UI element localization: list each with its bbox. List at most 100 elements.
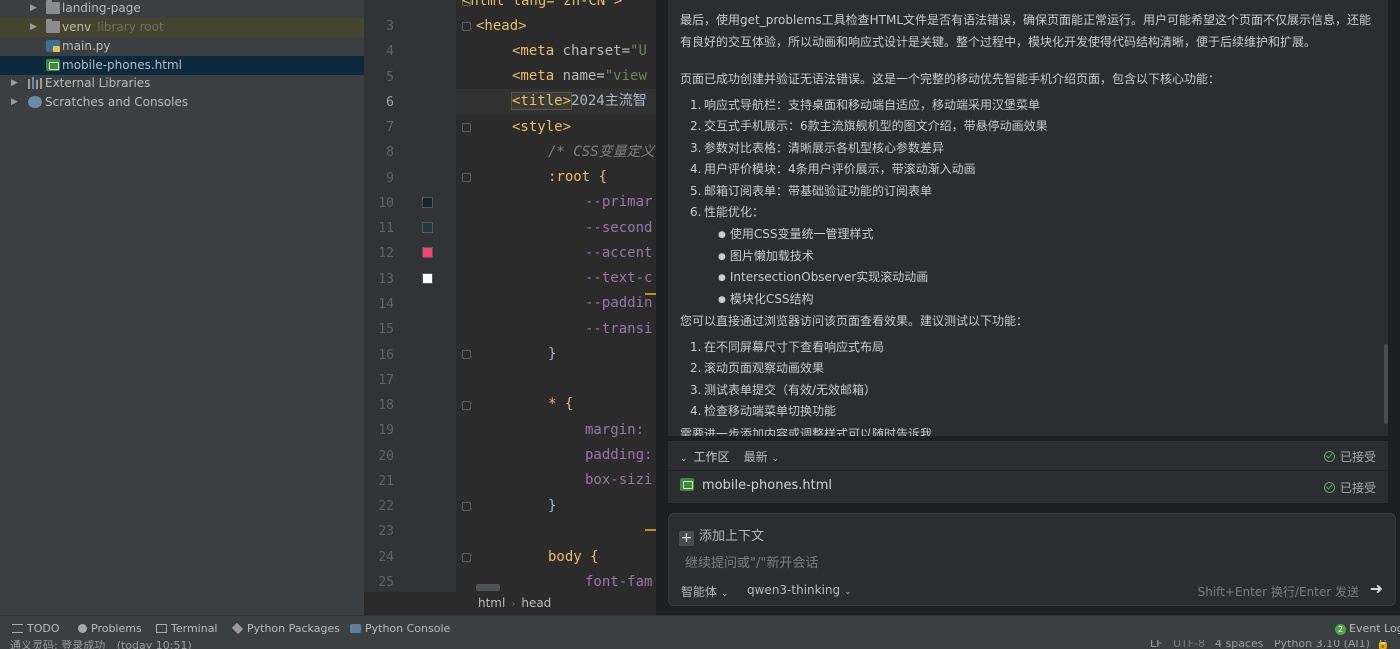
list-icon: [12, 624, 23, 633]
event-log-tab[interactable]: 2 Event Log: [1335, 622, 1400, 635]
list-item: 2. 交互式手机展示：6款主流旗舰机型的图文介绍，带悬停动画效果: [690, 119, 1048, 133]
add-context-button[interactable]: + 添加上下文: [679, 525, 764, 546]
bullet-item: IntersectionObserver实现滚动动画: [718, 267, 928, 289]
code-editor[interactable]: 3 4 5 6 7 8 9 10 11 12 13 14 15 16 17 18 19 20 21 22 23 24 25 …: [364, 0, 656, 615]
problems-tab[interactable]: Problems: [78, 622, 142, 635]
tree-item-venv[interactable]: ▶ venv library root: [0, 18, 364, 37]
line-number: 17: [378, 372, 394, 388]
breadcrumb-separator-icon: ›: [511, 599, 516, 610]
chat-input-box: +添加上下文 智能体⌄ qwen3-thinking⌄ Shift+Enter …: [668, 513, 1396, 606]
indent-widget[interactable]: 4 spaces: [1215, 640, 1264, 649]
status-bar: 通义灵码: 登录成功 (today 10:51) LF UTF-8 4 spac…: [0, 640, 1400, 649]
chevron-down-icon: ⌄: [721, 589, 729, 599]
info-icon: [78, 624, 87, 633]
line-number: 7: [386, 120, 394, 136]
line-number: 24: [378, 549, 394, 565]
horizontal-scrollbar[interactable]: [476, 584, 500, 591]
code-line-3: <head>: [476, 18, 527, 34]
fold-marker[interactable]: [462, 502, 471, 511]
workspace-header[interactable]: ⌄ 工作区 最新 ⌄: [680, 448, 779, 465]
fold-marker[interactable]: [462, 350, 471, 359]
line-number: 3: [386, 19, 394, 34]
fold-marker[interactable]: [462, 22, 471, 31]
scratches-icon: [28, 96, 42, 108]
code-line-4: <meta charset="U: [512, 43, 647, 59]
tree-item-external-libraries[interactable]: ▶ External Libraries: [0, 74, 364, 93]
line-number: 15: [378, 322, 394, 338]
html-file-icon: [46, 59, 60, 71]
code-line-12: --accent: [585, 245, 653, 261]
list-item: 4. 检查移动端菜单切换功能: [690, 404, 837, 418]
code-line-18: * {: [548, 396, 574, 412]
fold-marker[interactable]: [462, 553, 471, 562]
breadcrumb-item-html[interactable]: html: [478, 596, 505, 610]
tree-item-landing-page[interactable]: ▶ landing-page: [0, 0, 364, 18]
breadcrumb: html › head: [456, 592, 656, 615]
code-line-21: box-sizi: [585, 472, 653, 488]
tree-item-label: mobile-phones.html: [62, 58, 182, 72]
chevron-right-icon[interactable]: ▶: [11, 74, 18, 93]
code-line-15: --transi: [585, 321, 653, 337]
code-line-11: --second: [585, 220, 653, 236]
lock-icon[interactable]: 🔓: [1376, 640, 1390, 649]
fold-marker[interactable]: [462, 123, 471, 132]
message-scrollbar[interactable]: [1384, 344, 1388, 424]
folder-icon: [46, 0, 60, 14]
line-number: 18: [378, 398, 394, 414]
line-separator-widget[interactable]: LF: [1150, 640, 1162, 649]
todo-tab[interactable]: TODO: [12, 622, 60, 635]
code-line-24: body {: [548, 549, 599, 565]
chevron-down-icon: ⌄: [771, 454, 780, 464]
tree-item-scratches[interactable]: ▶ Scratches and Consoles: [0, 93, 364, 112]
code-line-9: :root {: [548, 169, 608, 185]
line-number: 13: [378, 271, 394, 287]
chevron-right-icon[interactable]: ▶: [30, 0, 37, 18]
workspace-filter-dropdown[interactable]: 最新 ⌄: [744, 450, 780, 464]
code-line-5: <meta name="view: [512, 68, 647, 84]
line-number: 6: [386, 94, 394, 110]
line-number: 8: [386, 145, 394, 161]
color-swatch-primary[interactable]: [422, 197, 433, 208]
breadcrumb-item-head[interactable]: head: [521, 596, 551, 610]
html-file-icon: [680, 478, 694, 491]
interpreter-widget[interactable]: Python 3.10 (AI1): [1274, 640, 1370, 649]
workspace-file-item[interactable]: mobile-phones.html: [680, 478, 832, 493]
encoding-widget[interactable]: UTF-8: [1173, 640, 1205, 649]
python-icon: [350, 624, 361, 633]
tree-item-label: main.py: [62, 39, 111, 53]
code-line-8: /* CSS变量定义: [548, 144, 655, 160]
send-arrow-icon[interactable]: ➜: [1370, 579, 1383, 598]
chevron-down-icon[interactable]: ⌄: [680, 454, 688, 464]
model-dropdown[interactable]: qwen3-thinking ⌄: [747, 583, 852, 597]
terminal-tab[interactable]: Terminal: [156, 622, 218, 635]
list-item: 3. 参数对比表格：清晰展示各机型核心参数差异: [690, 141, 945, 155]
color-swatch-secondary[interactable]: [422, 222, 433, 233]
tree-item-label: External Libraries: [45, 76, 151, 90]
bullet-item: 模块化CSS结构: [718, 289, 814, 311]
fold-marker[interactable]: [462, 173, 471, 182]
warning-underline: [645, 529, 656, 531]
tree-item-main-py[interactable]: main.py: [0, 37, 364, 56]
list-item: 3. 测试表单提交（有效/无效邮箱）: [690, 383, 877, 397]
line-number: 16: [378, 347, 394, 363]
status-message[interactable]: 通义灵码: 登录成功 (today 10:51): [10, 640, 192, 649]
code-line-14: --paddin: [585, 295, 653, 311]
chevron-right-icon[interactable]: ▶: [11, 93, 18, 112]
fold-marker[interactable]: [462, 401, 471, 410]
line-number: 5: [386, 69, 394, 85]
tree-item-mobile-phones-html[interactable]: mobile-phones.html: [0, 56, 364, 75]
python-packages-tab[interactable]: Python Packages: [231, 622, 340, 635]
python-console-tab[interactable]: Python Console: [350, 622, 450, 635]
event-count-badge: 2: [1335, 624, 1346, 635]
assistant-message: 最后，使用get_problems工具检查HTML文件是否有语法错误，确保页面能…: [668, 0, 1388, 436]
terminal-icon: [156, 624, 167, 633]
code-line-20: padding:: [585, 447, 653, 463]
color-swatch-accent[interactable]: [422, 247, 433, 258]
message-paragraph: 您可以直接通过浏览器访问该页面查看效果。建议测试以下功能：: [680, 314, 1029, 328]
chevron-right-icon[interactable]: ▶: [30, 18, 37, 37]
color-swatch-text[interactable]: [422, 273, 433, 284]
chat-prompt-input[interactable]: [685, 556, 1285, 571]
code-line-7: <style>: [512, 119, 572, 135]
ai-assistant-panel: 最后，使用get_problems工具检查HTML文件是否有语法错误，确保页面能…: [656, 0, 1400, 615]
mode-dropdown[interactable]: 智能体 ⌄: [681, 583, 729, 600]
